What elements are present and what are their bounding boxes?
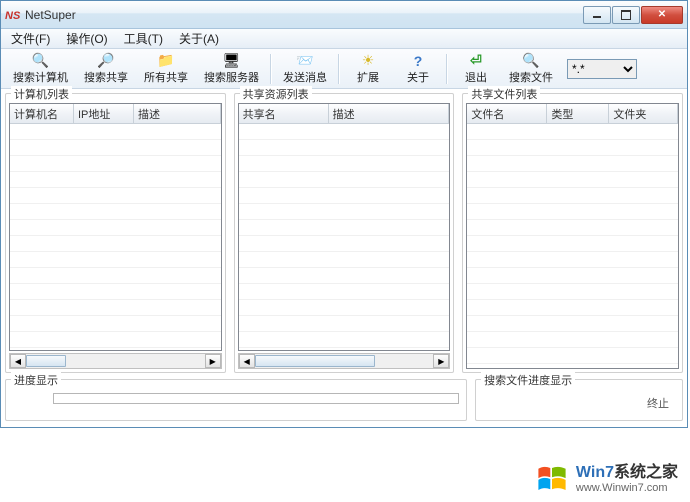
col-desc[interactable]: 描述: [134, 104, 221, 123]
col-share-name[interactable]: 共享名: [239, 104, 329, 123]
scroll-track[interactable]: [26, 354, 205, 368]
computer-listview[interactable]: 计算机名 IP地址 描述: [9, 103, 222, 351]
toolbar-separator: [270, 54, 272, 84]
progress-bar: [53, 393, 459, 404]
scroll-thumb[interactable]: [26, 355, 66, 367]
windows-logo-icon: [534, 462, 570, 496]
menu-file[interactable]: 文件(F): [3, 28, 58, 49]
scroll-thumb[interactable]: [255, 355, 375, 367]
scroll-track[interactable]: [255, 354, 434, 368]
listview-body[interactable]: [467, 124, 678, 368]
watermark-url: www.Winwin7.com: [576, 482, 678, 495]
window-controls: [582, 6, 683, 24]
progress-panel: 进度显示: [3, 375, 469, 423]
scroll-right-button[interactable]: ▶: [205, 354, 221, 368]
watermark: Win7系统之家 www.Winwin7.com: [534, 462, 678, 496]
watermark-brand: Win7系统之家: [576, 463, 678, 482]
col-desc[interactable]: 描述: [329, 104, 450, 123]
toolbar-separator: [338, 54, 340, 84]
tb-search-computer[interactable]: 🔍搜索计算机: [5, 51, 76, 87]
file-list-panel: 共享文件列表 文件名 类型 文件夹: [460, 89, 685, 375]
tb-search-server[interactable]: 🖥搜索服务器: [196, 51, 267, 87]
bottom-area: 进度显示 搜索文件进度显示 终止: [1, 375, 687, 423]
folder-icon: 📁: [158, 53, 174, 69]
tb-extend[interactable]: ☀扩展: [343, 51, 393, 87]
file-progress-panel: 搜索文件进度显示 终止: [473, 375, 685, 423]
panel-title: 共享资源列表: [240, 86, 312, 102]
exit-icon: ⏎: [468, 53, 484, 69]
horizontal-scrollbar[interactable]: ◀ ▶: [238, 353, 451, 369]
question-icon: ?: [410, 53, 426, 69]
file-filter[interactable]: *.*: [567, 59, 637, 79]
main-window: NS NetSuper 文件(F) 操作(O) 工具(T) 关于(A) 🔍搜索计…: [0, 0, 688, 428]
tb-all-share[interactable]: 📁所有共享: [136, 51, 196, 87]
panel-title: 进度显示: [11, 372, 61, 388]
server-icon: 🖥: [224, 53, 240, 69]
titlebar[interactable]: NS NetSuper: [1, 1, 687, 29]
minimize-button[interactable]: [583, 6, 611, 24]
listview-header[interactable]: 文件名 类型 文件夹: [467, 104, 678, 124]
progress-area: [13, 393, 459, 407]
toolbar: 🔍搜索计算机 🔎搜索共享 📁所有共享 🖥搜索服务器 📨发送消息 ☀扩展 ?关于 …: [1, 49, 687, 89]
file-listview[interactable]: 文件名 类型 文件夹: [466, 103, 679, 369]
col-computer-name[interactable]: 计算机名: [10, 104, 74, 123]
menu-operation[interactable]: 操作(O): [58, 28, 115, 49]
close-button[interactable]: [641, 6, 683, 24]
main-content: 计算机列表 计算机名 IP地址 描述 ◀ ▶ 共享资源列表 共享名: [1, 89, 687, 375]
listview-body[interactable]: [10, 124, 221, 350]
listview-header[interactable]: 计算机名 IP地址 描述: [10, 104, 221, 124]
stop-button[interactable]: 终止: [641, 393, 675, 413]
scroll-left-button[interactable]: ◀: [239, 354, 255, 368]
tb-search-share[interactable]: 🔎搜索共享: [76, 51, 136, 87]
col-folder[interactable]: 文件夹: [609, 104, 678, 123]
message-icon: 📨: [297, 53, 313, 69]
tb-about[interactable]: ?关于: [393, 51, 443, 87]
panel-title: 搜索文件进度显示: [481, 372, 575, 388]
filter-select[interactable]: *.*: [567, 59, 637, 79]
scroll-right-button[interactable]: ▶: [433, 354, 449, 368]
horizontal-scrollbar[interactable]: ◀ ▶: [9, 353, 222, 369]
scroll-left-button[interactable]: ◀: [10, 354, 26, 368]
tb-search-file[interactable]: 🔍搜索文件: [501, 51, 561, 87]
toolbar-separator: [446, 54, 448, 84]
listview-header[interactable]: 共享名 描述: [239, 104, 450, 124]
magnifier-icon: 🔍: [33, 53, 49, 69]
tb-exit[interactable]: ⏎退出: [451, 51, 501, 87]
menubar: 文件(F) 操作(O) 工具(T) 关于(A): [1, 29, 687, 49]
svg-text:NS: NS: [5, 10, 21, 22]
app-icon: NS: [5, 7, 21, 23]
col-ip[interactable]: IP地址: [74, 104, 134, 123]
share-list-panel: 共享资源列表 共享名 描述 ◀ ▶: [232, 89, 457, 375]
magnifier-icon: 🔎: [98, 53, 114, 69]
share-listview[interactable]: 共享名 描述: [238, 103, 451, 351]
listview-body[interactable]: [239, 124, 450, 350]
computer-list-panel: 计算机列表 计算机名 IP地址 描述 ◀ ▶: [3, 89, 228, 375]
panel-title: 计算机列表: [11, 86, 72, 102]
watermark-text: Win7系统之家 www.Winwin7.com: [576, 463, 678, 495]
tb-send-message[interactable]: 📨发送消息: [275, 51, 335, 87]
window-title: NetSuper: [25, 8, 582, 22]
extend-icon: ☀: [360, 53, 376, 69]
col-type[interactable]: 类型: [547, 104, 609, 123]
maximize-button[interactable]: [612, 6, 640, 24]
menu-tools[interactable]: 工具(T): [116, 28, 171, 49]
magnifier-icon: 🔍: [523, 53, 539, 69]
panel-title: 共享文件列表: [468, 86, 540, 102]
col-file-name[interactable]: 文件名: [467, 104, 547, 123]
menu-about[interactable]: 关于(A): [171, 28, 227, 49]
